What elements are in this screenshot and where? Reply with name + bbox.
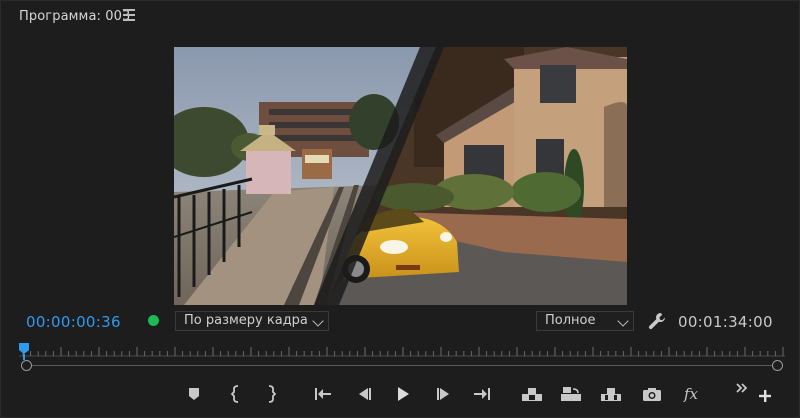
panel-header: Программа: 003 — [1, 1, 800, 31]
transport-controls: fx — [1, 381, 800, 409]
fx-icon[interactable]: fx — [678, 381, 704, 407]
extract-icon[interactable] — [558, 381, 584, 407]
camera-icon[interactable] — [639, 381, 665, 407]
zoom-fit-dropdown[interactable]: По размеру кадра — [175, 311, 329, 331]
playback-resolution-dropdown-value: Полное — [545, 313, 596, 328]
program-monitor-panel: Программа: 003 00:00:00:36 По размеру ка… — [0, 0, 800, 418]
zoom-scrollbar-track — [29, 365, 777, 366]
step-back-icon[interactable] — [351, 381, 377, 407]
zoom-scrollbar-right-handle[interactable] — [772, 360, 783, 371]
playback-resolution-dropdown[interactable]: Полное — [536, 311, 634, 331]
chevron-down-icon — [617, 315, 629, 327]
chevron-down-icon — [312, 315, 324, 327]
video-frame-image — [174, 47, 627, 305]
duration-timecode: 00:01:34:00 — [678, 313, 773, 331]
hamburger-menu-icon[interactable] — [123, 9, 135, 21]
current-timecode[interactable]: 00:00:00:36 — [26, 313, 121, 331]
go-to-in-icon[interactable] — [310, 381, 336, 407]
go-to-out-icon[interactable] — [469, 381, 495, 407]
zoom-fit-dropdown-value: По размеру кадра — [184, 313, 308, 328]
mark-in-icon[interactable] — [223, 381, 249, 407]
lift-icon[interactable] — [519, 381, 545, 407]
time-ruler[interactable] — [19, 343, 785, 357]
zoom-scrollbar-left-handle[interactable] — [21, 360, 32, 371]
play-icon[interactable] — [390, 381, 416, 407]
wrench-icon[interactable] — [647, 311, 667, 331]
add-button-icon[interactable] — [752, 383, 778, 409]
panel-title[interactable]: Программа: 003 — [19, 9, 130, 24]
video-preview[interactable] — [174, 47, 627, 305]
zoom-scrollbar[interactable] — [21, 359, 783, 373]
step-forward-icon[interactable] — [431, 381, 457, 407]
status-indicator-dot — [148, 315, 159, 326]
mark-out-icon[interactable] — [258, 381, 284, 407]
add-marker-icon[interactable] — [181, 381, 207, 407]
export-frame-multicam-icon[interactable] — [598, 381, 624, 407]
